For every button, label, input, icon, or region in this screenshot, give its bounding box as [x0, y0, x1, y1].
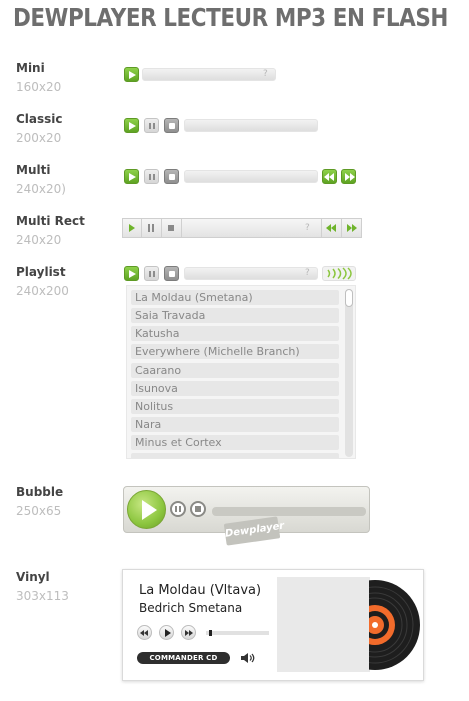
divider [141, 219, 142, 237]
multirect-label: Multi Rect [16, 214, 85, 228]
playlist-progress-bar[interactable] [184, 267, 318, 280]
play-icon [165, 629, 171, 637]
playlist-item[interactable]: Caarano [131, 363, 339, 378]
volume-waves-icon [327, 267, 352, 280]
pause-icon-part [179, 506, 181, 512]
multi-progress-bar[interactable] [184, 170, 318, 183]
progress-handle[interactable] [209, 630, 213, 636]
album-cover [277, 577, 370, 672]
vinyl-forward-button[interactable] [181, 625, 196, 640]
bubble-size: 250x65 [16, 504, 62, 518]
bubble-label: Bubble [16, 485, 64, 499]
mini-play-button[interactable] [124, 67, 139, 82]
pause-icon[interactable] [148, 224, 150, 232]
stop-icon[interactable] [168, 225, 174, 231]
multi-next-button[interactable] [341, 169, 356, 184]
playlist-item[interactable]: Saia Travada [131, 308, 339, 323]
order-cd-button[interactable]: COMMANDER CD [137, 652, 230, 664]
multi-pause-button[interactable] [144, 169, 159, 184]
vinyl-disc-icon [369, 580, 420, 670]
playlist-play-button[interactable] [124, 266, 139, 281]
divider [341, 219, 342, 237]
multirect-help-icon[interactable]: ? [305, 223, 310, 233]
classic-pause-button[interactable] [144, 118, 159, 133]
pause-icon-part [152, 224, 154, 232]
volume-control[interactable] [322, 266, 356, 281]
playlist-size: 240x200 [16, 284, 69, 298]
classic-label: Classic [16, 112, 63, 126]
divider [181, 219, 182, 237]
stop-icon [195, 506, 201, 512]
vinyl-progress-bar[interactable] [206, 630, 269, 636]
playlist-item[interactable]: La Moldau (Smetana) [131, 290, 339, 305]
scroll-thumb[interactable] [345, 289, 353, 307]
multirect-size: 240x20 [16, 233, 62, 247]
bubble-play-button[interactable] [127, 490, 166, 529]
multi-play-button[interactable] [124, 169, 139, 184]
playlist-pause-button[interactable] [144, 266, 159, 281]
play-icon[interactable] [129, 224, 135, 232]
rewind-icon-part [144, 630, 148, 636]
playlist-item[interactable] [131, 453, 339, 458]
vinyl-track-artist: Bedrich Smetana [139, 601, 243, 615]
vinyl-size: 303x113 [16, 589, 69, 603]
mini-size: 160x20 [16, 80, 62, 94]
rewind-icon-part [331, 224, 336, 232]
playlist-item[interactable]: Nara [131, 417, 339, 432]
mini-progress-bar[interactable] [142, 68, 276, 81]
bubble-progress-bar[interactable] [212, 507, 366, 516]
playlist-item[interactable]: Isunova [131, 381, 339, 396]
playlist-item[interactable]: Everywhere (Michelle Branch) [131, 344, 339, 359]
playlist-list: La Moldau (Smetana) Saia Travada Katusha… [126, 285, 356, 459]
forward-icon-part [350, 173, 355, 181]
vinyl-track-title: La Moldau (Vltava) [139, 583, 262, 598]
multi-prev-button[interactable] [322, 169, 337, 184]
playlist-item[interactable]: Nolitus [131, 399, 339, 414]
playlist-scrollbar[interactable] [345, 289, 353, 457]
playlist-item[interactable]: Katusha [131, 326, 339, 341]
page-title: DEWPLAYER LECTEUR MP3 EN FLASH [13, 3, 448, 32]
forward-icon-part [189, 630, 193, 636]
pause-icon [175, 506, 177, 512]
mini-help-icon[interactable]: ? [263, 69, 268, 79]
divider [321, 219, 322, 237]
playlist-item[interactable]: Minus et Cortex [131, 435, 339, 450]
multi-label: Multi [16, 163, 51, 177]
forward-icon-part [352, 224, 357, 232]
classic-play-button[interactable] [124, 118, 139, 133]
multi-stop-button[interactable] [164, 169, 179, 184]
classic-size: 200x20 [16, 131, 62, 145]
vinyl-play-button[interactable] [159, 625, 174, 640]
rewind-icon-part [329, 173, 334, 181]
speaker-icon[interactable] [240, 652, 256, 664]
vinyl-label: Vinyl [16, 570, 50, 584]
vinyl-rewind-button[interactable] [137, 625, 152, 640]
classic-stop-button[interactable] [164, 118, 179, 133]
vinyl-player: La Moldau (Vltava) Bedrich Smetana COMMA… [122, 569, 424, 681]
classic-progress-bar[interactable] [184, 119, 318, 132]
multirect-player: ? [122, 218, 362, 238]
playlist-help-icon[interactable]: ? [305, 268, 310, 278]
bubble-pause-button[interactable] [170, 501, 186, 517]
divider [161, 219, 162, 237]
bubble-stop-button[interactable] [190, 501, 206, 517]
mini-label: Mini [16, 61, 45, 75]
playlist-label: Playlist [16, 265, 66, 279]
multi-size: 240x20) [16, 182, 66, 196]
playlist-stop-button[interactable] [164, 266, 179, 281]
